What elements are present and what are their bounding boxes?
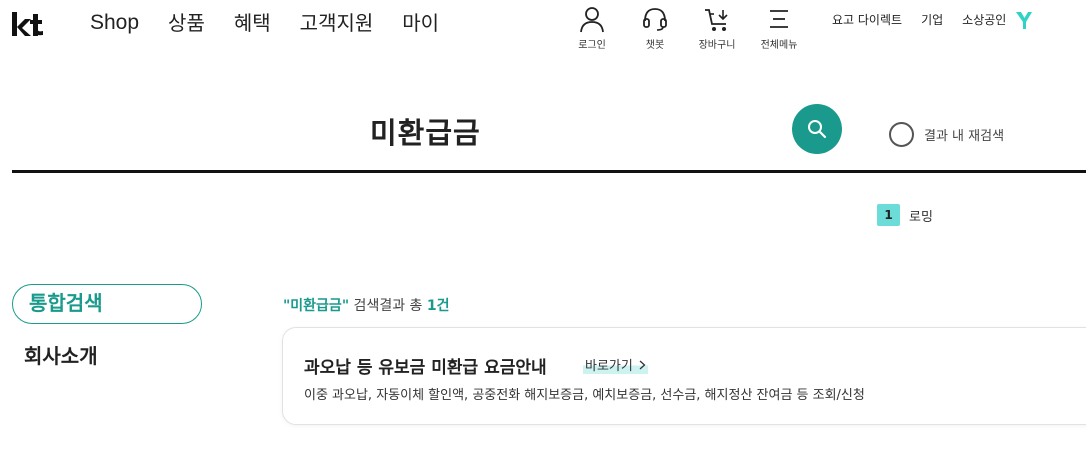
yogo-direct-link[interactable]: 요고 다이렉트 [832,11,902,29]
small-business-link[interactable]: 소상공인 [962,11,1006,29]
result-summary-text: 검색결과 총 [349,298,427,314]
search-icon [808,120,827,139]
person-icon [580,7,604,33]
chatbot-button[interactable]: 챗봇 [623,5,687,51]
go-link[interactable]: 바로가기 [583,355,648,374]
login-button[interactable]: 로그인 [560,5,624,51]
login-label: 로그인 [578,40,606,51]
top-links: 요고 다이렉트 기업 소상공인 [832,10,1033,30]
kt-logo-icon[interactable] [11,10,45,38]
header: Shop 상품 혜택 고객지원 마이 로그인 챗봇 장바구니 전체메뉴 요고 다… [0,0,1086,56]
nav-benefits[interactable]: 혜택 [234,10,271,36]
menu-icon [770,10,788,28]
cart-label: 장바구니 [698,40,736,51]
tab-integrated-search[interactable]: 통합검색 [12,284,202,324]
search-term[interactable]: 미환급금 [370,110,481,152]
nav-support[interactable]: 고객지원 [300,10,374,36]
search-button[interactable] [792,104,842,154]
result-summary: "미환급금" 검색결과 총 1건 [283,295,450,315]
result-query: "미환급금" [283,298,350,314]
business-link[interactable]: 기업 [921,11,943,29]
cart-button[interactable]: 장바구니 [685,5,749,51]
nav-my[interactable]: 마이 [402,10,439,36]
research-within-toggle[interactable]: 결과 내 재검색 [889,122,1004,147]
popular-keyword[interactable]: 1 로밍 [877,204,933,226]
result-count: 1건 [426,298,450,314]
chevron-right-icon [639,360,646,370]
all-menu-button[interactable]: 전체메뉴 [747,5,811,51]
result-card: 과오납 등 유보금 미환급 요금안내 바로가기 이중 과오납, 자동이체 할인액… [282,327,1086,425]
result-description: 이중 과오납, 자동이체 할인액, 공중전화 해지보증금, 예치보증금, 선수금… [304,388,865,403]
tab-company-intro[interactable]: 회사소개 [24,340,98,369]
result-title[interactable]: 과오납 등 유보금 미환급 요금안내 [304,353,547,378]
rank-badge: 1 [877,204,900,226]
popular-keyword-label: 로밍 [909,209,933,225]
global-nav: Shop 상품 혜택 고객지원 마이 [90,10,468,36]
cart-icon [705,9,728,31]
divider [12,170,1086,173]
nav-products[interactable]: 상품 [168,10,205,36]
radio-icon[interactable] [889,122,914,147]
go-link-label: 바로가기 [585,359,633,374]
research-label: 결과 내 재검색 [924,129,1005,144]
y-logo-icon[interactable] [1015,10,1033,30]
all-menu-label: 전체메뉴 [760,40,798,51]
headset-icon [643,8,667,31]
nav-shop[interactable]: Shop [90,10,139,36]
chatbot-label: 챗봇 [645,40,665,51]
